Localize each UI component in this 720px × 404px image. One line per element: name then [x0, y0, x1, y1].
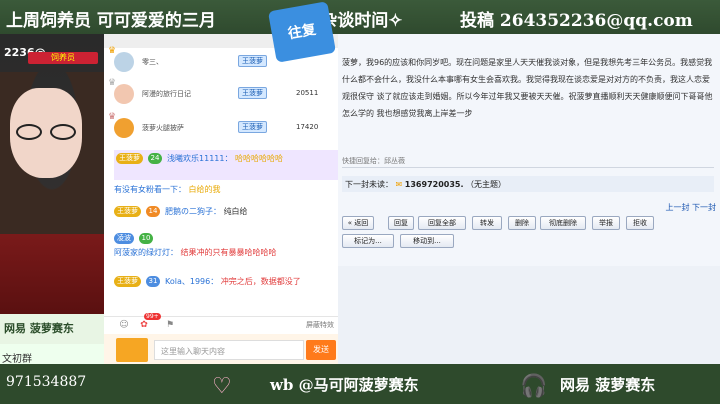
rank-pill: 10	[138, 233, 154, 244]
next-mail-label: 下一封未读：	[345, 180, 393, 189]
rank-name: 零三、	[142, 58, 163, 66]
bottom-weibo-text: wb @马可阿菠萝赛东	[270, 376, 419, 394]
cam-bottom-text: 文初群	[2, 354, 32, 364]
move-to-dropdown[interactable]: 移动到...	[400, 234, 454, 248]
chat-nick[interactable]: 阿菠家的绿灯灯：	[114, 248, 178, 257]
email-toolbar: « 返回 回复 回复全部 转发 删除 彻底删除 举报 拒收 标记为... 移动到…	[342, 212, 718, 260]
bottom-wangyi-text: 网易 菠萝赛东	[560, 376, 656, 394]
reply-all-button[interactable]: 回复全部	[418, 216, 466, 230]
rank-badge: 王菠萝	[238, 87, 267, 99]
email-body: 菠萝，我96的应该和你同岁吧。现在问题是家里人天天催我谈对象，但是我想先考三年公…	[342, 58, 713, 118]
chat-message: 王菠萝 14 肥鹅の二狗子： 纯白给	[114, 206, 338, 218]
chat-text: 哈哈哈哈哈哈	[235, 154, 284, 163]
crown-icon: ♛	[108, 112, 117, 122]
pin-icon[interactable]: ⚑	[164, 320, 176, 330]
level-pill: 王菠萝	[114, 206, 141, 217]
chat-input[interactable]: 这里输入聊天内容	[154, 340, 304, 360]
cam-badge: 饲养员	[28, 52, 98, 64]
cam-strip: 网易 菠萝赛东	[0, 314, 104, 344]
level-pill: 王菠萝	[116, 153, 143, 164]
back-button[interactable]: « 返回	[342, 216, 374, 230]
shield-effects-toggle[interactable]: 屏蔽特效	[306, 320, 334, 330]
chat-text: 白给的我	[188, 185, 221, 194]
gift-icon[interactable]: ✿	[138, 320, 150, 330]
rank-row[interactable]: ♛ 阿漫的旅行日记 王菠萝 20511	[108, 78, 338, 106]
chat-message: 王菠萝 31 Kola、1996： 冲完之后，数据都没了	[114, 276, 338, 288]
avatar[interactable]	[114, 84, 134, 104]
heart-icon: ♡	[212, 374, 232, 399]
email-lower-area	[338, 266, 720, 364]
next-mail-bar: 下一封未读： ✉ 1369720035. （无主题）	[342, 176, 714, 192]
email-client: 菠萝，我96的应该和你同岁吧。现在问题是家里人天天催我谈对象，但是我想先考三年公…	[338, 34, 720, 364]
top-banner: 上周饲养员 可可爱爱的三月 ✧夜话杂谈时间✧ 投稿 264352236@qq.c…	[0, 0, 720, 34]
banner-left-text: 上周饲养员 可可爱爱的三月	[6, 11, 216, 31]
next-mail-subject[interactable]: （无主题）	[466, 180, 506, 189]
rank-row[interactable]: ♛ 菠萝火腿披萨 王菠萝 17420	[108, 112, 338, 140]
chat-toolbar: ☺ ✿ 99+ ⚑ 屏蔽特效	[104, 313, 340, 332]
envelope-icon: ✉	[395, 180, 403, 189]
next-mail-address[interactable]: 1369720035.	[405, 180, 464, 189]
live-logo: 往复	[267, 1, 337, 63]
headphone-icon: 🎧	[520, 374, 548, 399]
reply-button[interactable]: 回复	[388, 216, 414, 230]
cam-strip-text: 网易 菠萝赛东	[4, 322, 74, 335]
level-pill: 王菠萝	[114, 276, 141, 287]
crown-icon: ♛	[108, 78, 117, 88]
chat-text: 纯白给	[223, 207, 248, 216]
sweater-shape	[0, 234, 104, 314]
mark-as-dropdown[interactable]: 标记为...	[342, 234, 394, 248]
rank-pill: 31	[145, 276, 161, 287]
quick-reply-field[interactable]: 快捷回复给：邱丛薇	[342, 154, 714, 168]
chat-message: 凌波 10 阿菠家的绿灯灯： 结果冲的只有暴暴哈哈哈哈	[114, 232, 338, 260]
system-text: 有没有女粉看一下：	[114, 185, 186, 194]
crown-icon: ♛	[108, 46, 117, 56]
rank-name: 菠萝火腿披萨	[142, 124, 184, 132]
delete-permanently-button[interactable]: 彻底删除	[540, 216, 586, 230]
rank-score: 17420	[296, 123, 319, 131]
rank-score: 20511	[296, 89, 319, 97]
chat-message: 有没有女粉看一下： 白给的我	[114, 184, 338, 196]
chat-nick[interactable]: Kola、1996：	[165, 277, 218, 286]
avatar[interactable]	[114, 52, 134, 72]
gift-box-icon[interactable]	[116, 338, 148, 362]
rank-name: 阿漫的旅行日记	[142, 90, 191, 98]
avatar[interactable]	[114, 118, 134, 138]
chat-panel: ♛ 零三、 王菠萝 ♛ 阿漫的旅行日记 王菠萝 20511 ♛ 菠萝火腿披萨 王…	[104, 34, 340, 364]
chat-text: 冲完之后，数据都没了	[220, 277, 301, 286]
glasses-shape	[16, 124, 78, 140]
gift-count-badge: 99+	[144, 313, 161, 320]
send-button[interactable]: 发送	[306, 340, 336, 360]
level-pill: 凌波	[114, 233, 134, 244]
bottom-bar: 971534887 ♡ wb @马可阿菠萝赛东 🎧 网易 菠萝赛东	[0, 364, 720, 404]
rank-badge: 王菠萝	[238, 121, 267, 133]
reject-button[interactable]: 拒收	[626, 216, 654, 230]
chat-nick[interactable]: 浅曦欢乐11111：	[167, 154, 232, 163]
bottom-id-text: 971534887	[6, 374, 87, 390]
rank-pill: 24	[147, 153, 163, 164]
forward-button[interactable]: 转发	[472, 216, 502, 230]
rank-badge: 王菠萝	[238, 55, 267, 67]
rank-pill: 14	[145, 206, 161, 217]
chat-message: 王菠萝 24 浅曦欢乐11111： 哈哈哈哈哈哈	[114, 150, 338, 180]
banner-right-text: 投稿 264352236@qq.com	[460, 11, 693, 31]
chat-text: 结果冲的只有暴暴哈哈哈哈	[180, 248, 277, 257]
delete-button[interactable]: 删除	[508, 216, 536, 230]
report-button[interactable]: 举报	[592, 216, 620, 230]
webcam-view: 2236@ 饲养员 网易 菠萝赛东 文初群	[0, 34, 104, 364]
chat-input-row: 这里输入聊天内容 发送	[104, 334, 340, 364]
emoji-icon[interactable]: ☺	[118, 320, 130, 330]
chat-nick[interactable]: 肥鹅の二狗子：	[165, 207, 221, 216]
